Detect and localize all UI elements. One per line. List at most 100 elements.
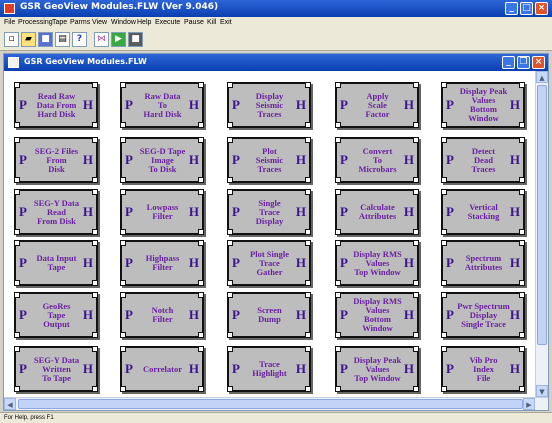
module-connector-handle[interactable] bbox=[519, 280, 525, 286]
module-connector-handle[interactable] bbox=[92, 177, 98, 183]
module-block[interactable]: P H Screen Dump bbox=[227, 292, 311, 338]
module-connector-handle[interactable] bbox=[14, 240, 20, 246]
menu-help[interactable]: Help bbox=[137, 19, 151, 26]
module-connector-handle[interactable] bbox=[198, 122, 204, 128]
menu-file[interactable]: File bbox=[4, 19, 15, 26]
module-block[interactable]: P H SEG-2 Files From Disk bbox=[14, 137, 98, 183]
spectrum-icon[interactable]: ⋈ bbox=[94, 32, 109, 47]
print-icon[interactable]: ▤ bbox=[55, 32, 70, 47]
child-close-button[interactable]: × bbox=[532, 56, 545, 69]
module-block[interactable]: P H Vib Pro Index File bbox=[441, 346, 525, 392]
module-connector-handle[interactable] bbox=[335, 386, 341, 392]
module-input-port[interactable]: P bbox=[446, 361, 454, 377]
module-connector-handle[interactable] bbox=[519, 122, 525, 128]
module-block[interactable]: P H Correlator bbox=[120, 346, 204, 392]
child-minimize-button[interactable]: _ bbox=[502, 56, 515, 69]
vertical-scrollbar[interactable]: ▲ ▼ bbox=[535, 71, 548, 397]
module-input-port[interactable]: P bbox=[125, 255, 133, 271]
module-connector-handle[interactable] bbox=[120, 280, 126, 286]
module-block[interactable]: P H SEG-Y Data Written To Tape bbox=[14, 346, 98, 392]
module-connector-handle[interactable] bbox=[413, 177, 419, 183]
module-connector-handle[interactable] bbox=[413, 292, 419, 298]
module-input-port[interactable]: P bbox=[232, 152, 240, 168]
module-connector-handle[interactable] bbox=[441, 137, 447, 143]
module-connector-handle[interactable] bbox=[413, 122, 419, 128]
module-connector-handle[interactable] bbox=[198, 82, 204, 88]
module-block[interactable]: P H Plot Single Trace Gather bbox=[227, 240, 311, 286]
module-connector-handle[interactable] bbox=[335, 177, 341, 183]
module-input-port[interactable]: P bbox=[446, 204, 454, 220]
module-connector-handle[interactable] bbox=[335, 240, 341, 246]
module-connector-handle[interactable] bbox=[441, 177, 447, 183]
scroll-right-icon[interactable]: ▶ bbox=[523, 398, 535, 410]
menu-processing[interactable]: Processing bbox=[18, 19, 53, 26]
module-block[interactable]: P H Lowpass Filter bbox=[120, 189, 204, 235]
module-connector-handle[interactable] bbox=[305, 229, 311, 235]
module-connector-handle[interactable] bbox=[305, 346, 311, 352]
module-connector-handle[interactable] bbox=[305, 82, 311, 88]
module-input-port[interactable]: P bbox=[125, 152, 133, 168]
child-restore-button[interactable]: ❐ bbox=[517, 56, 530, 69]
module-connector-handle[interactable] bbox=[413, 332, 419, 338]
module-input-port[interactable]: P bbox=[232, 97, 240, 113]
module-block[interactable]: P H Trace Highlight bbox=[227, 346, 311, 392]
module-connector-handle[interactable] bbox=[519, 346, 525, 352]
module-connector-handle[interactable] bbox=[305, 332, 311, 338]
module-block[interactable]: P H Display Seismic Traces bbox=[227, 82, 311, 128]
module-connector-handle[interactable] bbox=[335, 346, 341, 352]
module-connector-handle[interactable] bbox=[198, 189, 204, 195]
module-connector-handle[interactable] bbox=[92, 386, 98, 392]
module-connector-handle[interactable] bbox=[120, 177, 126, 183]
module-connector-handle[interactable] bbox=[519, 240, 525, 246]
module-input-port[interactable]: P bbox=[232, 204, 240, 220]
module-block[interactable]: P H Detect Dead Traces bbox=[441, 137, 525, 183]
close-button[interactable]: × bbox=[535, 2, 548, 15]
module-input-port[interactable]: P bbox=[19, 204, 27, 220]
module-input-port[interactable]: P bbox=[19, 307, 27, 323]
module-connector-handle[interactable] bbox=[14, 332, 20, 338]
module-input-port[interactable]: P bbox=[19, 152, 27, 168]
module-connector-handle[interactable] bbox=[120, 240, 126, 246]
module-connector-handle[interactable] bbox=[519, 292, 525, 298]
vertical-scroll-thumb[interactable] bbox=[537, 85, 547, 345]
module-input-port[interactable]: P bbox=[19, 255, 27, 271]
module-connector-handle[interactable] bbox=[519, 332, 525, 338]
module-connector-handle[interactable] bbox=[335, 122, 341, 128]
module-connector-handle[interactable] bbox=[198, 346, 204, 352]
module-connector-handle[interactable] bbox=[14, 346, 20, 352]
help-icon[interactable]: ? bbox=[72, 32, 87, 47]
module-connector-handle[interactable] bbox=[335, 280, 341, 286]
module-connector-handle[interactable] bbox=[441, 292, 447, 298]
menu-pause[interactable]: Pause bbox=[184, 19, 204, 26]
module-connector-handle[interactable] bbox=[198, 292, 204, 298]
module-connector-handle[interactable] bbox=[413, 240, 419, 246]
module-connector-handle[interactable] bbox=[227, 346, 233, 352]
menu-view[interactable]: View bbox=[92, 19, 107, 26]
open-folder-icon[interactable]: ▰ bbox=[21, 32, 36, 47]
module-connector-handle[interactable] bbox=[14, 122, 20, 128]
module-connector-handle[interactable] bbox=[14, 386, 20, 392]
module-connector-handle[interactable] bbox=[305, 137, 311, 143]
module-connector-handle[interactable] bbox=[441, 346, 447, 352]
module-input-port[interactable]: P bbox=[340, 361, 348, 377]
module-connector-handle[interactable] bbox=[227, 189, 233, 195]
module-connector-handle[interactable] bbox=[335, 292, 341, 298]
module-block[interactable]: P H Display RMS Values Top Window bbox=[335, 240, 419, 286]
run-icon[interactable]: ▶ bbox=[111, 32, 126, 47]
horizontal-scrollbar[interactable]: ◀ ▶ bbox=[4, 397, 548, 410]
module-connector-handle[interactable] bbox=[92, 346, 98, 352]
module-connector-handle[interactable] bbox=[441, 280, 447, 286]
module-connector-handle[interactable] bbox=[14, 137, 20, 143]
module-connector-handle[interactable] bbox=[519, 137, 525, 143]
scroll-up-icon[interactable]: ▲ bbox=[536, 71, 548, 83]
module-input-port[interactable]: P bbox=[19, 97, 27, 113]
module-connector-handle[interactable] bbox=[120, 332, 126, 338]
module-input-port[interactable]: P bbox=[340, 307, 348, 323]
module-block[interactable]: P H Apply Scale Factor bbox=[335, 82, 419, 128]
menu-execute[interactable]: Execute bbox=[155, 19, 180, 26]
module-block[interactable]: P H SEG-Y Data Read From Disk bbox=[14, 189, 98, 235]
module-block[interactable]: P H Display Peak Values Bottom Window bbox=[441, 82, 525, 128]
module-connector-handle[interactable] bbox=[92, 240, 98, 246]
module-connector-handle[interactable] bbox=[120, 137, 126, 143]
module-connector-handle[interactable] bbox=[120, 122, 126, 128]
